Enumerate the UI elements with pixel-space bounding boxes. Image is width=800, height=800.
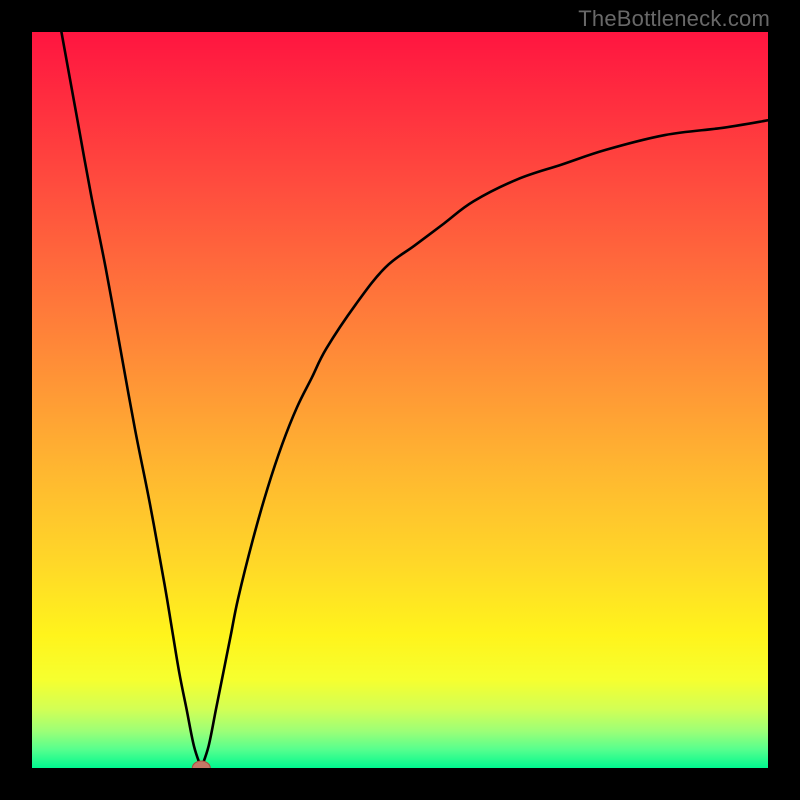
- curve-layer: [32, 32, 768, 768]
- chart-frame: TheBottleneck.com: [0, 0, 800, 800]
- left-branch-curve: [61, 32, 201, 768]
- watermark-label: TheBottleneck.com: [578, 6, 770, 32]
- right-branch-curve: [201, 120, 768, 768]
- plot-area: [32, 32, 768, 768]
- minimum-point-marker: [192, 761, 210, 768]
